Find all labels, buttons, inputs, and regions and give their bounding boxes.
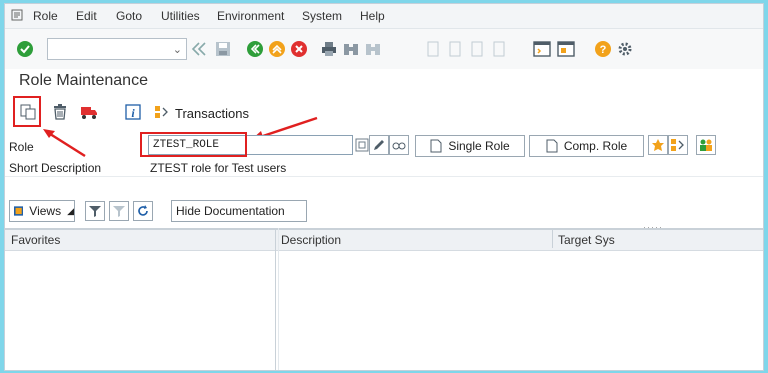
pencil-icon (374, 140, 384, 150)
menu-icon[interactable] (11, 9, 23, 21)
chevron-down-icon[interactable]: ⌄ (173, 43, 182, 56)
search-help-icon[interactable] (355, 138, 369, 152)
divider (5, 176, 763, 177)
back-icon[interactable] (247, 41, 263, 57)
document-icon (546, 139, 558, 153)
document-icon (430, 139, 442, 153)
transactions-icon (671, 139, 684, 151)
comp-role-button[interactable]: Comp. Role (529, 135, 644, 157)
role-transactions-button[interactable] (668, 135, 688, 155)
glasses-icon (392, 142, 406, 150)
single-role-label: Single Role (448, 139, 510, 153)
new-session-icon[interactable] (533, 41, 551, 57)
single-role-button[interactable]: Single Role (415, 135, 525, 157)
comp-role-label: Comp. Role (563, 139, 628, 153)
column-description[interactable]: Description (281, 233, 341, 247)
views-button[interactable]: Views ◢ (9, 200, 75, 222)
column-divider[interactable] (552, 228, 553, 248)
column-divider (278, 228, 279, 370)
filter-icon (89, 206, 101, 217)
menu-help[interactable]: Help (360, 9, 385, 23)
users-icon (700, 139, 712, 151)
sap-window: Role Edit Goto Utilities Environment Sys… (4, 3, 764, 371)
find-next-icon[interactable] (365, 41, 381, 57)
refresh-button[interactable] (133, 201, 153, 221)
info-icon[interactable]: i (125, 104, 141, 120)
filter-button[interactable] (85, 201, 105, 221)
transactions-icon (155, 106, 168, 118)
standard-toolbar: ⌄ ? (5, 29, 763, 69)
grid-header: Favorites Description Target Sys (5, 228, 763, 251)
command-field[interactable]: ⌄ (47, 38, 187, 60)
short-description-label: Short Description (9, 161, 102, 175)
cancel-icon[interactable] (291, 41, 307, 57)
display-button[interactable] (389, 135, 409, 155)
hide-documentation-button[interactable]: Hide Documentation (171, 200, 307, 222)
menu-system[interactable]: System (302, 9, 342, 23)
copy-icon[interactable] (20, 104, 36, 120)
short-description-value: ZTEST role for Test users (150, 161, 287, 175)
previous-page-icon[interactable] (447, 41, 463, 57)
star-icon (652, 139, 664, 151)
annotation-arrow-left (43, 129, 86, 158)
hide-documentation-label: Hide Documentation (176, 204, 285, 218)
transport-truck-icon[interactable] (80, 104, 98, 120)
transactions-button[interactable]: Transactions (175, 106, 249, 121)
last-page-icon[interactable] (491, 41, 507, 57)
first-page-icon[interactable] (425, 41, 441, 57)
create-shortcut-icon[interactable] (557, 41, 575, 57)
change-button[interactable] (369, 135, 389, 155)
column-favorites[interactable]: Favorites (11, 233, 60, 247)
column-target-sys[interactable]: Target Sys (558, 233, 615, 247)
svg-text:?: ? (600, 44, 607, 56)
role-users-button[interactable] (696, 135, 716, 155)
menu-utilities[interactable]: Utilities (161, 9, 200, 23)
help-icon[interactable]: ? (595, 41, 611, 57)
page-title: Role Maintenance (19, 72, 148, 89)
views-label: Views (29, 204, 62, 218)
highlight-box (140, 132, 247, 157)
column-divider[interactable] (275, 228, 276, 370)
gear-icon[interactable] (617, 41, 633, 57)
filter-off-icon (113, 206, 125, 217)
menu-environment[interactable]: Environment (217, 9, 284, 23)
filter-off-button[interactable] (109, 201, 129, 221)
menu-goto[interactable]: Goto (116, 9, 142, 23)
dropdown-arrow-icon: ◢ (67, 205, 74, 216)
menu-role[interactable]: Role (33, 9, 58, 23)
save-icon[interactable] (215, 41, 231, 57)
refresh-icon (138, 205, 148, 216)
role-label: Role (9, 140, 34, 154)
trash-icon[interactable] (52, 104, 68, 120)
views-icon (14, 206, 24, 216)
ok-icon[interactable] (17, 41, 33, 57)
next-page-icon[interactable] (469, 41, 485, 57)
print-icon[interactable] (321, 41, 337, 57)
rewind-icon[interactable] (191, 42, 207, 56)
menu-bar: Role Edit Goto Utilities Environment Sys… (5, 4, 763, 29)
find-icon[interactable] (343, 41, 359, 57)
menu-edit[interactable]: Edit (76, 9, 97, 23)
exit-icon[interactable] (269, 41, 285, 57)
create-role-button[interactable] (648, 135, 668, 155)
